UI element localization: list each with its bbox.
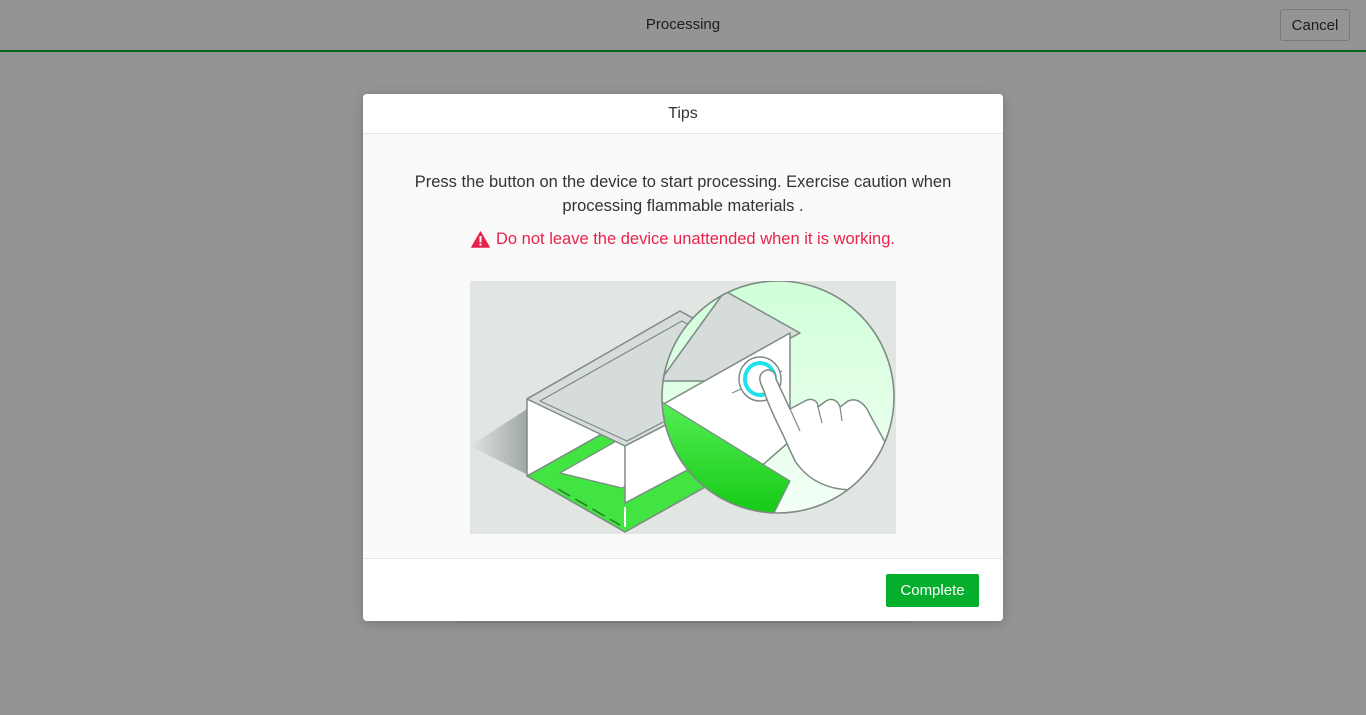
dialog-footer: Complete <box>363 558 1003 621</box>
tips-dialog: Tips Press the button on the device to s… <box>363 94 1003 621</box>
instruction-message: Press the button on the device to start … <box>414 173 952 215</box>
complete-button[interactable]: Complete <box>886 574 979 607</box>
warning-triangle-icon <box>471 231 490 248</box>
dialog-body: Press the button on the device to start … <box>363 134 1003 558</box>
warning-message: Do not leave the device unattended when … <box>363 230 1003 249</box>
warning-text: Do not leave the device unattended when … <box>496 230 895 248</box>
press-device-button-illustration <box>470 281 896 534</box>
dialog-title: Tips <box>363 94 1003 134</box>
